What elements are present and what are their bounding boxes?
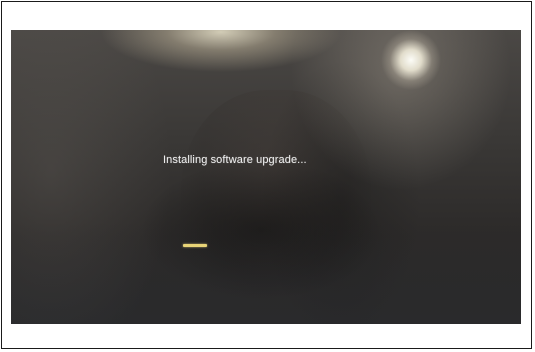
status-message: Installing software upgrade... bbox=[163, 154, 307, 166]
device-screen-photo: Installing software upgrade... bbox=[11, 30, 521, 324]
bottom-shade bbox=[11, 30, 521, 324]
progress-indicator bbox=[183, 244, 207, 247]
image-frame: Installing software upgrade... bbox=[1, 1, 532, 349]
